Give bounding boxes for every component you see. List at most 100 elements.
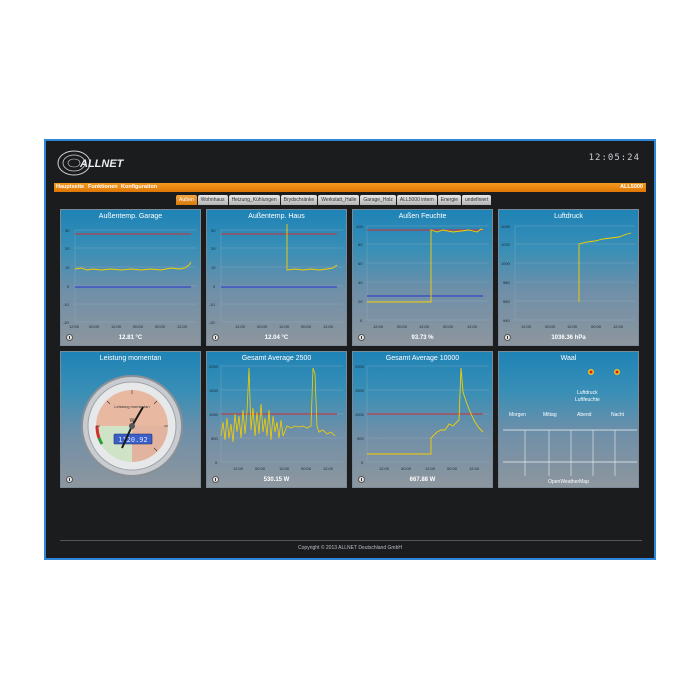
chart-aussentemp-garage: 302010 0-10-20 12:00 00:00 12:00 00:00 00:0… [63,228,197,329]
svg-text:00:00: 00:00 [401,466,412,471]
svg-text:12:00: 12:00 [567,324,578,329]
svg-text:0: 0 [215,460,218,465]
settings-icon[interactable] [66,334,73,341]
svg-text:12:00: 12:00 [177,324,188,329]
clock-display: 12:05:24 [588,153,640,163]
svg-text:0: 0 [213,284,216,289]
panel-gesamt-average-10000[interactable]: 2000 1500 1000 500 0 12:00 00:00 12:00 00:00 1… [352,351,493,488]
svg-text:00:00: 00:00 [397,324,408,329]
panel-leistung-momentan[interactable]: Leistung momentan Leistung momentan 1120… [60,351,201,488]
device-name: ALL5000 [620,184,643,190]
svg-text:12:00: 12:00 [467,324,478,329]
panel-value: 667.88 W [409,477,436,483]
svg-text:00:00: 00:00 [545,324,556,329]
panel-title: Gesamt Average 2500 [241,355,312,362]
main-menu-bar: Hauptseite Funktionen Konfiguration ALL5… [54,183,646,192]
panel-value: 93.73 % [411,335,434,341]
tab-bar: Außen Wohnhaus Heizung_Kühlungen Brydsch… [176,195,492,205]
svg-text:00:00: 00:00 [257,324,268,329]
settings-icon[interactable] [212,334,219,341]
svg-text:0: 0 [361,460,364,465]
svg-text:12:00: 12:00 [521,324,532,329]
svg-text:20: 20 [358,299,363,304]
panel-value: 530.15 W [263,477,290,483]
weather-col-morgen: Morgen [509,412,526,418]
svg-text:-20: -20 [209,320,216,325]
svg-text:60: 60 [358,261,363,266]
svg-text:12:00: 12:00 [373,324,384,329]
svg-text:1000: 1000 [355,412,365,417]
settings-icon[interactable] [212,476,219,483]
chart-aussentemp-haus: 30 20 10 0 -10 -20 12:00 00:00 12:00 00:00 12:0… [209,224,343,329]
svg-text:30: 30 [65,228,70,233]
svg-text:2000: 2000 [355,364,365,369]
settings-icon[interactable] [358,476,365,483]
panel-title: Außen Feuchte [398,213,447,220]
svg-text:12:00: 12:00 [279,466,290,471]
svg-text:12:00: 12:00 [419,324,430,329]
weather-grid [503,369,637,476]
tab-brydschraenke[interactable]: Brydschränke [280,195,318,205]
weather-col-nacht: Nacht [611,412,625,418]
svg-text:00:00: 00:00 [591,324,602,329]
svg-text:20: 20 [211,246,216,251]
svg-text:12:00: 12:00 [613,324,624,329]
panel-gesamt-average-2500[interactable]: 2000 1500 1000 500 0 12:00 00:00 12:00 00:00 1… [206,351,347,488]
chart-aussen-feuchte: 100 80 60 40 20 0 12:00 00:00 12:00 00:00 12:00 [356,224,489,329]
dashboard-window: ALLNET 12:05:24 Hauptseite Funktionen Ko… [44,139,656,560]
tab-aussen[interactable]: Außen [176,195,197,205]
panel-aussentemp-haus[interactable]: 30 20 10 0 -10 -20 12:00 00:00 12:00 00:00 12:0… [206,209,347,346]
svg-text:-10: -10 [209,302,216,307]
menu-item-konfiguration[interactable]: Konfiguration [121,184,157,190]
panel-value: 12.04 °C [264,335,289,341]
chart-gesamt-average-10000: 2000 1500 1000 500 0 12:00 00:00 12:00 00:00 1… [355,364,489,471]
menu-item-funktionen[interactable]: Funktionen [88,184,118,190]
panel-waal-weather[interactable]: Waal Luftdruck Luftfeuchte Morgen Mittag… [498,351,639,488]
gauge-display: 1120.92 [118,436,148,444]
svg-text:500: 500 [211,436,218,441]
copyright-text: Copyright © 2013 ALLNET Deutschland GmbH [298,545,402,551]
settings-icon[interactable] [358,334,365,341]
svg-text:12:00: 12:00 [279,324,290,329]
panel-aussen-feuchte[interactable]: 100 80 60 40 20 0 12:00 00:00 12:00 00:00 12:00… [352,209,493,346]
svg-text:0: 0 [67,284,70,289]
panel-aussentemp-garage[interactable]: 30 20 10 0 -10 -20 12:00 00:00 12:00 00:00 00:0… [60,209,201,346]
weather-row-luftdruck: Luftdruck [577,390,598,396]
tab-all5000-intern[interactable]: ALL5000 intern [396,195,437,205]
chart-luftdruck: 1040 1020 1000 980 960 940 12:00 00:00 12:00 0… [501,224,635,329]
svg-text:00:00: 00:00 [255,466,266,471]
svg-text:940: 940 [503,318,510,323]
svg-text:30: 30 [211,228,216,233]
menu-item-hauptseite[interactable]: Hauptseite [56,184,84,190]
svg-text:500: 500 [357,436,364,441]
tab-wohnhaus[interactable]: Wohnhaus [197,195,228,205]
panel-title: Außentemp. Haus [248,213,305,220]
svg-text:12:00: 12:00 [323,466,334,471]
power-gauge: Leistung momentan 1120.92 W [81,375,183,477]
svg-text:1040: 1040 [501,224,511,229]
tab-werkstatt[interactable]: Werkstatt_Halle [318,195,360,205]
tab-heizung[interactable]: Heizung_Kühlungen [228,195,280,205]
svg-text:1000: 1000 [501,261,511,266]
svg-text:40: 40 [358,280,363,285]
svg-text:12:00: 12:00 [233,466,244,471]
settings-icon[interactable] [66,476,73,483]
panel-luftdruck[interactable]: 1040 1020 1000 980 960 940 12:00 00:00 12:00 0… [498,209,639,346]
settings-icon[interactable] [504,334,511,341]
gauge-label: Leistung momentan [114,404,149,409]
panel-value: 12.81 °C [118,335,143,341]
svg-text:12:00: 12:00 [379,466,390,471]
svg-text:12:00: 12:00 [425,466,436,471]
tab-garage[interactable]: Garage_Holz [360,195,396,205]
weather-source-link[interactable]: OpenWeatherMap [499,479,638,485]
tab-energie[interactable]: Energie [437,195,462,205]
panel-title: Gesamt Average 10000 [385,355,460,362]
svg-text:20: 20 [65,246,70,251]
svg-text:00:00: 00:00 [301,324,312,329]
weather-col-abend: Abend [577,412,592,418]
svg-text:00:00: 00:00 [301,466,312,471]
svg-text:1020: 1020 [501,242,511,247]
svg-text:1000: 1000 [209,412,219,417]
tab-undefiniert[interactable]: undefiniert [462,195,492,205]
svg-text:0: 0 [360,318,363,323]
